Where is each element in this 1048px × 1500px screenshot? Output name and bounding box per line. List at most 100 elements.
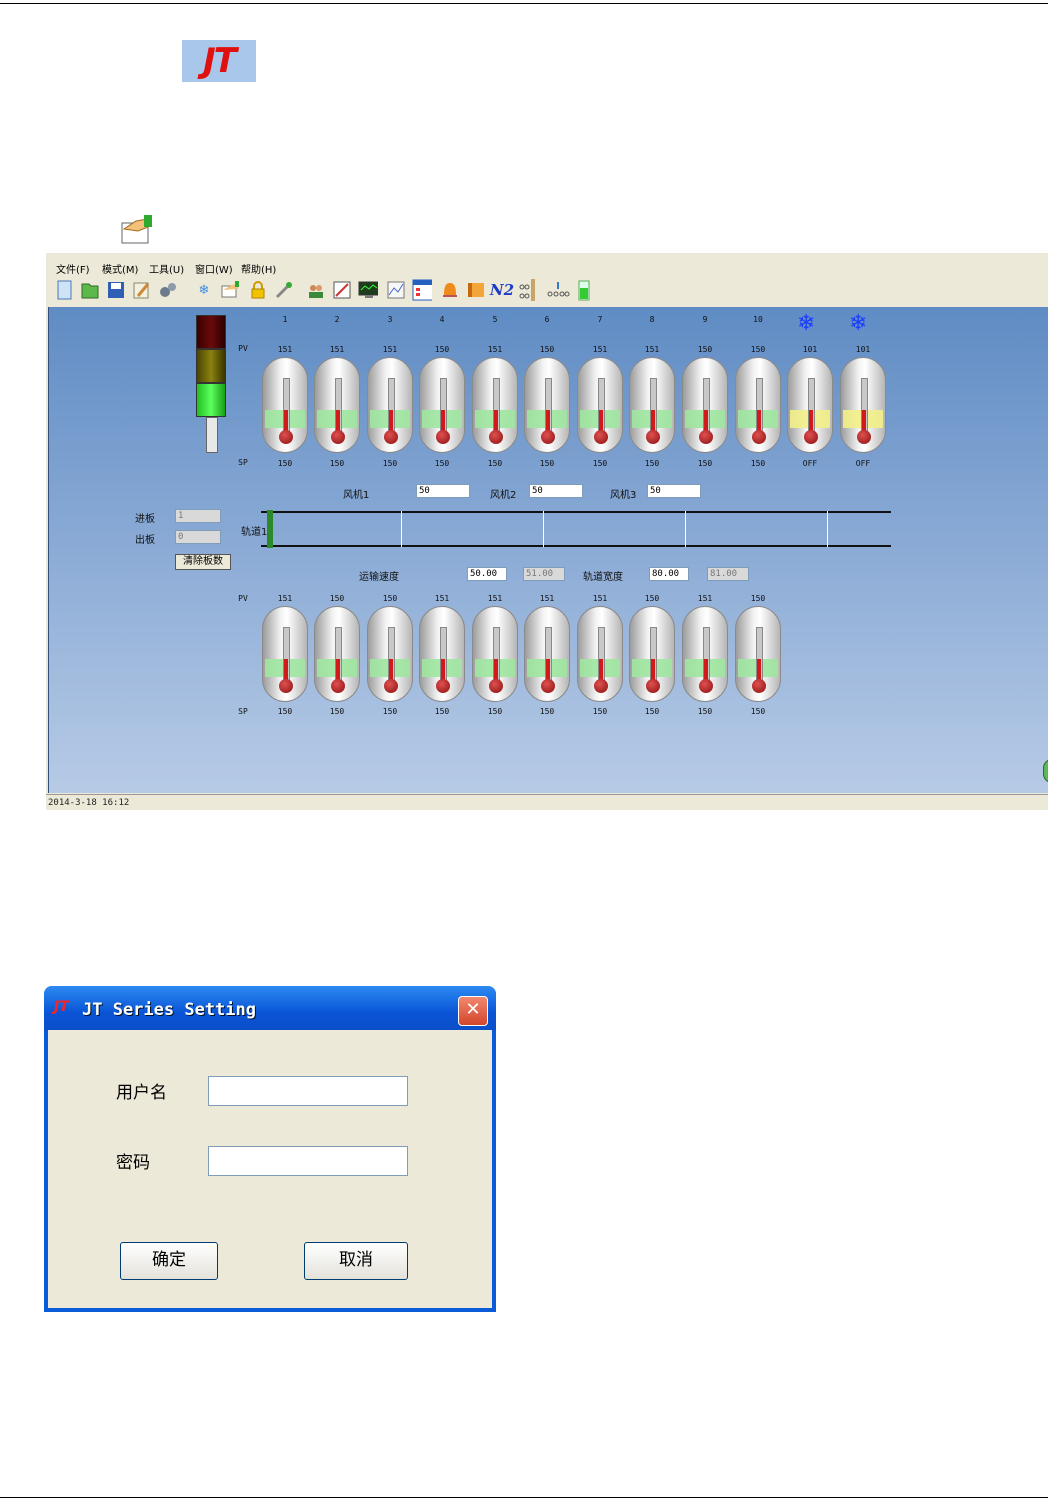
sp-value: 150 [434,707,450,716]
red-lamp [196,315,226,349]
sp-value: 150 [697,707,713,716]
conveyor-icon[interactable] [546,280,570,300]
graph-icon[interactable] [386,280,406,300]
fan-label: 风机1 [343,490,370,501]
menu-mode[interactable]: 模式(M) [102,261,138,276]
clear-count-button[interactable]: 清除板数 [175,554,231,570]
heater-icon[interactable] [466,280,486,300]
pv-value: 151 [539,594,555,603]
password-input[interactable] [208,1146,408,1176]
zone-thermometer [314,606,360,702]
pv-value: 150 [750,594,766,603]
gears-icon[interactable] [158,280,178,300]
zone-thermometer [419,606,465,702]
track-divider [685,511,686,547]
users-icon[interactable] [306,280,326,300]
sp-value: 150 [697,459,713,468]
battery-icon[interactable] [574,280,594,301]
sp-value: 150 [644,459,660,468]
menu-tools[interactable]: 工具(U) [149,261,184,276]
green-lamp [196,383,226,417]
zone-thermometer [314,357,360,453]
tools-icon[interactable] [274,280,294,300]
ok-button[interactable]: 确定 [120,1242,218,1280]
zone-thermometer [262,357,308,453]
username-label: 用户名 [116,1083,167,1103]
sp-value: OFF [855,459,871,468]
edit-icon[interactable] [132,280,152,300]
status-datetime: 2014-3-18 16:12 [48,798,130,808]
sp-value: 150 [592,459,608,468]
open-icon[interactable] [80,280,100,300]
corner-status-icon [1043,759,1048,783]
track-divider [543,511,544,547]
chart-icon[interactable] [332,280,352,300]
zone-thermometer [735,357,781,453]
username-input[interactable] [208,1076,408,1106]
fan3-input[interactable]: 50 [647,484,701,498]
menu-bar: 文件(F) 模式(M) 工具(U) 窗口(W) 帮助(H) [46,257,1048,276]
pv-value: 151 [487,594,503,603]
sp-label: SP [238,458,248,467]
pv-value: 151 [644,345,660,354]
pv-label: PV [238,594,248,603]
new-icon[interactable] [54,280,74,300]
cooling-thermometer [840,357,886,453]
zone-thermometer [524,357,570,453]
dialog-titlebar: JT JT Series Setting ✕ [44,986,496,1030]
rail-icon[interactable] [518,279,542,301]
in-board-label: 进板 [135,514,155,525]
sp-value: 150 [382,459,398,468]
zone-thermometer [577,606,623,702]
track-width-label: 轨道宽度 [583,572,623,583]
header-rule [0,3,1048,4]
bell-icon[interactable] [440,280,460,300]
menu-help[interactable]: 帮助(H) [241,261,276,276]
sp-value: 150 [644,707,660,716]
menu-window[interactable]: 窗口(W) [195,261,233,276]
out-board-label: 出板 [135,535,155,546]
zone-number: 1 [282,315,288,324]
pv-value: 151 [329,345,345,354]
cooling-icon: ❄ [849,311,868,336]
track-width-input[interactable]: 80.00 [649,567,689,581]
track-divider [827,511,828,547]
track-width-actual: 81.00 [707,567,749,581]
sp-value: 150 [750,707,766,716]
zone-thermometer [682,606,728,702]
pv-label: PV [238,344,248,353]
pv-value: 151 [697,594,713,603]
n2-icon[interactable]: N2 [490,280,514,300]
cancel-button[interactable]: 取消 [304,1242,408,1280]
sp-value: 150 [592,707,608,716]
footer-rule [0,1497,1048,1498]
zone-thermometer [735,606,781,702]
sp-label: SP [238,707,248,716]
cooling-thermometer [787,357,833,453]
close-icon[interactable]: ✕ [458,996,488,1026]
monitor-icon[interactable] [358,280,378,300]
save-icon[interactable] [106,280,126,300]
conveyor-speed-input[interactable]: 50.00 [467,567,507,581]
list-icon[interactable] [412,279,432,301]
zone-thermometer [472,357,518,453]
zone-number: 10 [753,315,763,324]
pv-value: 151 [434,594,450,603]
zone-number: 8 [649,315,655,324]
zone-number: 7 [597,315,603,324]
menu-file[interactable]: 文件(F) [56,261,90,276]
pv-value: 151 [382,345,398,354]
sp-value: 150 [539,707,555,716]
zone-number: 3 [387,315,393,324]
track-label: 轨道1 [241,527,268,538]
snowflake-icon[interactable]: ❄ [194,280,214,300]
fan1-input[interactable]: 50 [416,484,470,498]
fan2-input[interactable]: 50 [529,484,583,498]
sp-value: OFF [802,459,818,468]
hand-icon[interactable] [220,280,240,300]
track-divider [401,511,402,547]
zone-thermometer [262,606,308,702]
lock-icon[interactable] [248,280,268,300]
hand-card-icon [121,215,152,244]
sp-value: 150 [329,707,345,716]
